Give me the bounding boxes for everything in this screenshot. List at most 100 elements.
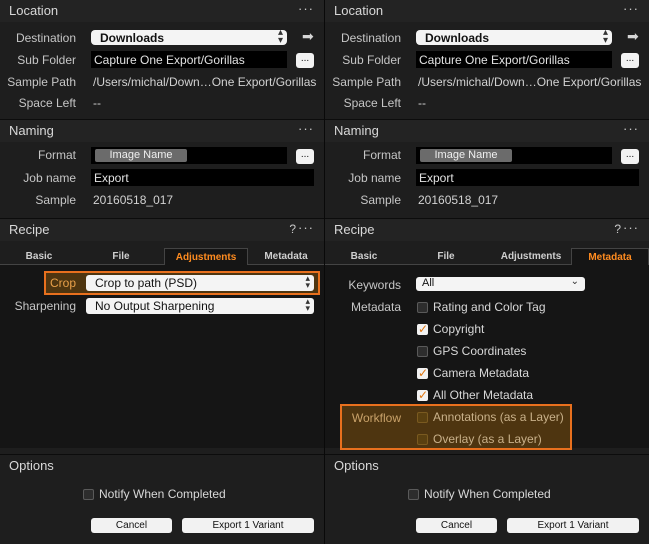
location-header[interactable]: Location ··· xyxy=(0,0,324,22)
sample-path-value: /Users/michal/Down…One Export/Gorillas xyxy=(418,75,642,89)
subfolder-options-button[interactable]: ... xyxy=(296,53,314,68)
sharpening-label: Sharpening xyxy=(14,299,76,313)
job-name-value: Export xyxy=(419,171,454,185)
overlay-checkbox[interactable] xyxy=(417,434,428,445)
more-dots-icon[interactable]: ··· xyxy=(298,1,314,16)
crop-value: Crop to path (PSD) xyxy=(95,276,198,290)
other-metadata-checkbox[interactable] xyxy=(417,388,428,402)
tab-basic[interactable]: Basic xyxy=(0,248,78,265)
gps-label: GPS Coordinates xyxy=(433,344,527,358)
tab-metadata[interactable]: Metadata xyxy=(248,248,324,265)
more-dots-icon[interactable]: ··· xyxy=(623,220,639,235)
recipe-tabs: Basic File Adjustments Metadata xyxy=(325,248,649,265)
tab-underline xyxy=(0,264,164,265)
format-input[interactable]: Image Name xyxy=(416,147,612,164)
sharpening-value: No Output Sharpening xyxy=(95,299,215,313)
job-name-label: Job name xyxy=(23,171,76,185)
cancel-button[interactable]: Cancel xyxy=(416,518,497,533)
workflow-label: Workflow xyxy=(351,411,401,425)
format-token-image-name[interactable]: Image Name xyxy=(420,149,512,162)
space-left-value: -- xyxy=(418,96,426,110)
cancel-button[interactable]: Cancel xyxy=(91,518,172,533)
sample-label: Sample xyxy=(360,193,401,207)
camera-metadata-checkbox[interactable] xyxy=(417,366,428,380)
subfolder-options-button[interactable]: ... xyxy=(621,53,639,68)
naming-title: Naming xyxy=(9,123,54,138)
arrow-right-icon[interactable]: ➡ xyxy=(302,28,314,45)
destination-value: Downloads xyxy=(100,31,165,45)
format-options-button[interactable]: ... xyxy=(296,149,314,164)
rating-color-label: Rating and Color Tag xyxy=(433,300,546,314)
destination-select[interactable]: Downloads ▴ ▾ xyxy=(91,28,287,46)
notify-checkbox[interactable] xyxy=(83,489,94,500)
space-left-label: Space Left xyxy=(18,96,76,110)
format-options-button[interactable]: ... xyxy=(621,149,639,164)
options-title: Options xyxy=(334,458,379,473)
more-dots-icon[interactable]: ··· xyxy=(623,121,639,136)
camera-metadata-label: Camera Metadata xyxy=(433,366,530,380)
recipe-header[interactable]: Recipe ? ··· xyxy=(0,219,324,241)
tab-file[interactable]: File xyxy=(78,248,164,265)
tab-adjustments[interactable]: Adjustments xyxy=(164,248,248,265)
help-icon[interactable]: ? xyxy=(614,222,621,236)
notify-checkbox[interactable] xyxy=(408,489,419,500)
arrow-right-icon[interactable]: ➡ xyxy=(627,28,639,45)
crop-select[interactable]: Crop to path (PSD) ▴ ▾ xyxy=(86,273,314,291)
subfolder-value: Capture One Export/Gorillas xyxy=(419,53,570,67)
metadata-label: Metadata xyxy=(350,300,401,314)
format-input[interactable]: Image Name xyxy=(91,147,287,164)
subfolder-label: Sub Folder xyxy=(17,53,76,67)
updown-chevron-icon: ▴ ▾ xyxy=(305,296,310,313)
updown-chevron-icon: ▴ ▾ xyxy=(602,27,608,46)
help-icon[interactable]: ? xyxy=(289,222,296,236)
rating-color-checkbox[interactable] xyxy=(417,302,428,313)
notify-label: Notify When Completed xyxy=(424,487,551,501)
sharpening-select[interactable]: No Output Sharpening ▴ ▾ xyxy=(86,296,314,314)
naming-header[interactable]: Naming ··· xyxy=(0,120,324,142)
sample-value: 20160518_017 xyxy=(93,193,174,207)
tab-basic[interactable]: Basic xyxy=(325,248,403,265)
space-left-value: -- xyxy=(93,96,101,110)
keywords-label: Keywords xyxy=(348,278,401,292)
keywords-value: All xyxy=(422,277,435,289)
updown-chevron-icon: ▴ ▾ xyxy=(305,273,310,290)
destination-label: Destination xyxy=(340,31,401,45)
subfolder-input[interactable]: Capture One Export/Gorillas xyxy=(91,51,287,68)
copyright-label: Copyright xyxy=(433,322,485,336)
subfolder-input[interactable]: Capture One Export/Gorillas xyxy=(416,51,612,68)
annotations-checkbox[interactable] xyxy=(417,412,428,423)
naming-title: Naming xyxy=(334,123,379,138)
tab-underline xyxy=(325,264,571,265)
more-dots-icon[interactable]: ··· xyxy=(298,121,314,136)
destination-select[interactable]: Downloads ▴ ▾ xyxy=(416,27,612,46)
tab-adjustments[interactable]: Adjustments xyxy=(489,248,573,265)
copyright-checkbox[interactable] xyxy=(417,322,428,336)
location-title: Location xyxy=(334,3,384,18)
sample-path-label: Sample Path xyxy=(332,75,401,89)
tab-file[interactable]: File xyxy=(403,248,489,265)
job-name-value: Export xyxy=(94,171,129,185)
keywords-select[interactable]: All ⌄ xyxy=(416,276,585,291)
more-dots-icon[interactable]: ··· xyxy=(298,220,314,235)
more-dots-icon[interactable]: ··· xyxy=(623,1,639,16)
export-panel-right: Location ··· Destination Downloads ▴ ▾ ➡ … xyxy=(325,0,649,544)
tab-metadata[interactable]: Metadata xyxy=(571,248,649,265)
options-title: Options xyxy=(9,458,54,473)
naming-header[interactable]: Naming ··· xyxy=(325,120,649,142)
format-label: Format xyxy=(362,148,401,162)
recipe-header[interactable]: Recipe ? ··· xyxy=(325,219,649,241)
format-token-image-name[interactable]: Image Name xyxy=(95,149,187,162)
export-panel-left: Location ··· Destination Downloads ▴ ▾ ➡ … xyxy=(0,0,324,544)
job-name-input[interactable]: Export xyxy=(416,169,639,186)
recipe-title: Recipe xyxy=(9,222,50,237)
recipe-tabs: Basic File Adjustments Metadata xyxy=(0,248,324,265)
options-header[interactable]: Options xyxy=(0,455,324,477)
gps-checkbox[interactable] xyxy=(417,346,428,357)
options-header[interactable]: Options xyxy=(325,455,649,477)
space-left-label: Space Left xyxy=(343,96,401,110)
export-button[interactable]: Export 1 Variant xyxy=(182,518,314,533)
sample-value: 20160518_017 xyxy=(418,193,499,207)
export-button[interactable]: Export 1 Variant xyxy=(507,518,639,533)
location-header[interactable]: Location ··· xyxy=(325,0,649,22)
job-name-input[interactable]: Export xyxy=(91,169,314,186)
